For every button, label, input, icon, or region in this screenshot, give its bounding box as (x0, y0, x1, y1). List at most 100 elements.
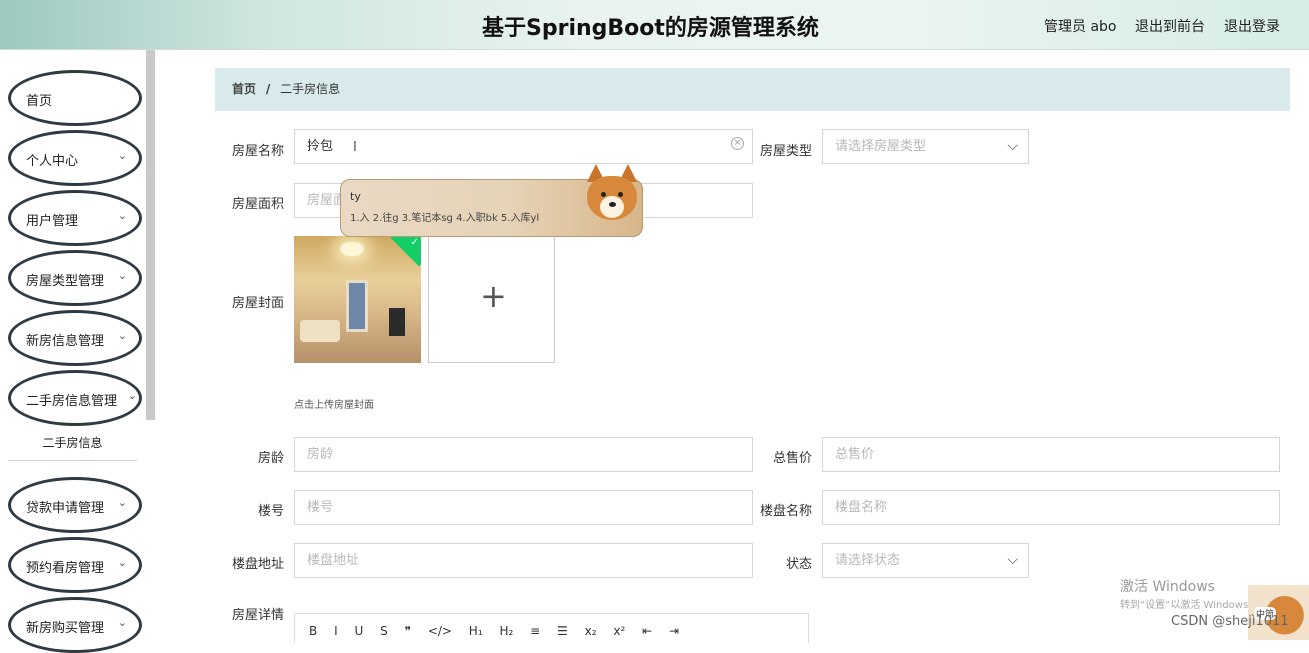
chevron-down-icon: ⌄ (117, 209, 127, 222)
shiba-dog-corner-icon: 中简 (1248, 585, 1309, 640)
superscript-button[interactable]: x² (613, 624, 625, 638)
h1-button[interactable]: H₁ (469, 624, 483, 638)
chevron-down-icon: ⌵ (1007, 552, 1018, 568)
chevron-down-icon: ⌄ (117, 556, 127, 569)
logout-link[interactable]: 退出登录 (1224, 16, 1280, 36)
outdent-button[interactable]: ⇤ (642, 624, 652, 638)
rich-text-toolbar: B I U S ❞ </> H₁ H₂ ≡ ☰ x₂ x² ⇤ ⇥ (294, 613, 809, 643)
bullet-list-button[interactable]: ☰ (557, 624, 568, 638)
breadcrumb-separator: / (265, 82, 271, 96)
sidebar-item-label: 房屋类型管理 (26, 274, 105, 289)
strike-button[interactable]: S (380, 624, 388, 638)
plus-icon: + (480, 277, 507, 315)
check-icon: ✓ (410, 237, 419, 248)
estate-name-placeholder: 楼盘名称 (835, 500, 888, 515)
system-title: 基于SpringBoot的房源管理系统 (482, 16, 819, 41)
main-content: 首页 / 二手房信息 房屋名称 拎包 I × 房屋类型 请选择房屋类型 ⌵ 房屋… (157, 50, 1309, 643)
underline-button[interactable]: U (354, 624, 363, 638)
house-name-input[interactable]: 拎包 I × (294, 129, 753, 164)
dog-eye-shape (601, 192, 606, 197)
cover-label: 房屋封面 (231, 296, 284, 311)
chevron-down-icon: ⌄ (117, 149, 127, 162)
sidebar-scrollbar[interactable] (146, 50, 155, 420)
building-no-placeholder: 楼号 (307, 500, 334, 515)
quote-button[interactable]: ❞ (405, 624, 411, 638)
estate-address-placeholder: 楼盘地址 (307, 553, 360, 568)
ordered-list-button[interactable]: ≡ (530, 624, 540, 638)
chevron-down-icon: ⌄ (117, 329, 127, 342)
sidebar-item-label: 个人中心 (26, 154, 79, 169)
window-shape (346, 280, 368, 332)
building-no-label: 楼号 (257, 504, 284, 519)
chevron-down-icon: ⌵ (1007, 138, 1018, 154)
sidebar-item-house-type-management[interactable]: 房屋类型管理 ⌄ (8, 250, 142, 306)
sidebar-item-second-hand-management[interactable]: 二手房信息管理 ⌄ (8, 370, 142, 426)
age-label: 房龄 (257, 451, 284, 466)
sidebar-item-label: 新房购买管理 (26, 621, 105, 636)
sidebar-item-personal-center[interactable]: 个人中心 ⌄ (8, 130, 142, 186)
sidebar-item-loan-management[interactable]: 贷款申请管理 ⌄ (8, 477, 142, 533)
details-label: 房屋详情 (231, 608, 284, 623)
admin-label: 管理员 abo (1044, 19, 1117, 35)
italic-button[interactable]: I (334, 624, 338, 638)
dog-eye-shape (618, 192, 623, 197)
age-placeholder: 房龄 (307, 447, 334, 462)
activate-windows-subtext: 转到“设置”以激活 Windows。 (1120, 600, 1259, 611)
status-select[interactable]: 请选择状态 ⌵ (822, 543, 1029, 578)
house-name-label: 房屋名称 (231, 144, 284, 159)
house-name-value: 拎包 (307, 139, 334, 154)
ime-candidates[interactable]: 1.入 2.往g 3.笔记本sg 4.入职bk 5.入库yl (350, 209, 539, 224)
code-button[interactable]: </> (428, 624, 452, 638)
sidebar-item-new-house-management[interactable]: 新房信息管理 ⌄ (8, 310, 142, 366)
breadcrumb: 首页 / 二手房信息 (215, 68, 1290, 111)
indent-button[interactable]: ⇥ (669, 624, 679, 638)
h2-button[interactable]: H₂ (499, 624, 513, 638)
ime-candidate-popup: ty 1.入 2.往g 3.笔记本sg 4.入职bk 5.入库yl (340, 164, 643, 237)
area-label: 房屋面积 (231, 197, 284, 212)
total-price-input[interactable]: 总售价 (822, 437, 1280, 472)
status-placeholder: 请选择状态 (835, 553, 901, 568)
exit-to-front-link[interactable]: 退出到前台 (1135, 16, 1205, 36)
dog-muzzle-shape (600, 196, 624, 218)
tv-shape (389, 308, 405, 336)
text-cursor-icon: I (353, 140, 357, 155)
top-header: 基于SpringBoot的房源管理系统 管理员 abo 退出到前台 退出登录 (0, 0, 1309, 50)
chevron-down-icon: ⌄ (117, 616, 127, 629)
ime-typed-text: ty (350, 190, 361, 203)
cover-upload-button[interactable]: + (428, 236, 555, 363)
sidebar-item-label: 贷款申请管理 (26, 501, 105, 516)
total-price-label: 总售价 (772, 451, 812, 466)
chandelier-shape (340, 242, 364, 256)
sidebar-item-user-management[interactable]: 用户管理 ⌄ (8, 190, 142, 246)
breadcrumb-home[interactable]: 首页 (232, 82, 256, 96)
submenu-item-second-hand-info[interactable]: 二手房信息 (8, 425, 137, 461)
building-no-input[interactable]: 楼号 (294, 490, 753, 525)
breadcrumb-current: 二手房信息 (280, 82, 341, 96)
estate-address-label: 楼盘地址 (231, 557, 284, 572)
estate-name-input[interactable]: 楼盘名称 (822, 490, 1280, 525)
sidebar-item-purchase-management[interactable]: 新房购买管理 ⌄ (8, 597, 142, 653)
shiba-dog-icon (581, 158, 643, 236)
sidebar-item-label: 首页 (26, 94, 53, 109)
house-type-select[interactable]: 请选择房屋类型 ⌵ (822, 129, 1029, 164)
estate-address-input[interactable]: 楼盘地址 (294, 543, 753, 578)
total-price-placeholder: 总售价 (835, 447, 875, 462)
sidebar-item-viewing-management[interactable]: 预约看房管理 ⌄ (8, 537, 142, 593)
activate-windows-watermark: 激活 Windows (1120, 579, 1215, 595)
cover-upload-hint: 点击上传房屋封面 (294, 400, 374, 411)
sidebar: 首页 个人中心 ⌄ 用户管理 ⌄ 房屋类型管理 ⌄ 新房信息管理 ⌄ 二手房信息… (0, 50, 157, 653)
sidebar-item-home[interactable]: 首页 (8, 70, 142, 126)
cover-image-thumbnail[interactable]: ✓ (294, 236, 421, 363)
subscript-button[interactable]: x₂ (585, 624, 597, 638)
sidebar-item-label: 预约看房管理 (26, 561, 105, 576)
status-label: 状态 (785, 557, 812, 572)
sidebar-item-label: 用户管理 (26, 214, 79, 229)
sidebar-item-label: 新房信息管理 (26, 334, 105, 349)
bold-button[interactable]: B (309, 624, 317, 638)
house-type-label: 房屋类型 (759, 144, 812, 159)
age-input[interactable]: 房龄 (294, 437, 753, 472)
estate-name-label: 楼盘名称 (759, 504, 812, 519)
chevron-down-icon: ⌄ (127, 389, 137, 402)
sofa-shape (300, 320, 340, 342)
dog-nose-shape (609, 202, 616, 207)
